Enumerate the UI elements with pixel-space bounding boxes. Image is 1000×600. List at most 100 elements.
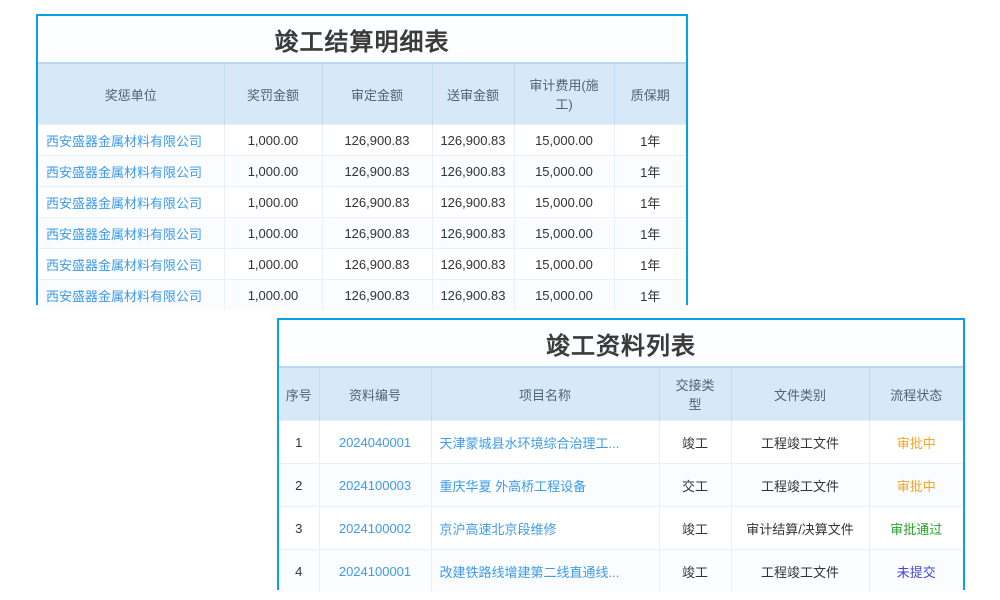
column-header: 审定金额 [322,64,432,125]
approved-amount: 126,900.83 [322,125,432,156]
submitted-amount: 126,900.83 [432,156,514,187]
reward-unit-link[interactable]: 西安盛器金属材料有限公司 [38,156,224,187]
documents-header-row: 序号 资料编号 项目名称 交接类型 文件类别 流程状态 [279,368,963,421]
audit-fee-amount: 15,000.00 [514,187,614,218]
column-header: 审计费用(施工) [514,64,614,125]
completion-documents-table-panel: 竣工资料列表 序号 资料编号 项目名称 交接类型 文件类别 流程状态 1202404000… [277,318,965,590]
column-header: 送审金额 [432,64,514,125]
documents-table: 序号 资料编号 项目名称 交接类型 文件类别 流程状态 12024040001天津蒙城县水… [279,368,963,592]
column-header-label: 流程状态 [890,388,942,403]
file-category: 工程竣工文件 [731,464,869,507]
penalty-amount: 1,000.00 [224,125,322,156]
table-row: 西安盛器金属材料有限公司1,000.00126,900.83126,900.83… [38,187,686,218]
project-name-link[interactable]: 京沪高速北京段维修 [431,507,659,550]
table-row: 西安盛器金属材料有限公司1,000.00126,900.83126,900.83… [38,125,686,156]
approved-amount: 126,900.83 [322,187,432,218]
audit-fee-amount: 15,000.00 [514,280,614,311]
settlement-table: 奖惩单位 奖罚金额 审定金额 送审金额 审计费用(施工) 质保期 西安盛器金属材料有限公司… [38,64,686,310]
column-header-label: 奖罚金额 [247,88,299,103]
column-header-label: 资料编号 [349,388,401,403]
handover-type: 交工 [659,464,731,507]
column-header-label: 质保期 [631,88,670,103]
column-header: 交接类型 [659,368,731,421]
column-header-label: 文件类别 [774,388,826,403]
workflow-status-text: 审批通过 [869,507,963,550]
column-header: 奖惩单位 [38,64,224,125]
table-row: 32024100002京沪高速北京段维修竣工审计结算/决算文件审批通过 [279,507,963,550]
row-index: 3 [279,507,319,550]
submitted-amount: 126,900.83 [432,125,514,156]
table-row: 22024100003重庆华夏 外高桥工程设备交工工程竣工文件审批中 [279,464,963,507]
workflow-status-text: 未提交 [869,550,963,593]
warranty-period: 1年 [614,156,686,187]
table-row: 西安盛器金属材料有限公司1,000.00126,900.83126,900.83… [38,156,686,187]
column-header: 资料编号 [319,368,431,421]
reward-unit-link[interactable]: 西安盛器金属材料有限公司 [38,125,224,156]
column-header-label: 项目名称 [519,388,571,403]
warranty-period: 1年 [614,187,686,218]
approved-amount: 126,900.83 [322,218,432,249]
audit-fee-amount: 15,000.00 [514,156,614,187]
file-category: 工程竣工文件 [731,421,869,464]
warranty-period: 1年 [614,249,686,280]
column-header: 流程状态 [869,368,963,421]
row-index: 1 [279,421,319,464]
documents-table-title: 竣工资料列表 [279,320,963,368]
column-header-label: 送审金额 [447,88,499,103]
handover-type: 竣工 [659,550,731,593]
column-header: 文件类别 [731,368,869,421]
settlement-table-title: 竣工结算明细表 [38,16,686,64]
project-name-link[interactable]: 天津蒙城县水环境综合治理工... [431,421,659,464]
approved-amount: 126,900.83 [322,249,432,280]
penalty-amount: 1,000.00 [224,218,322,249]
project-name-link[interactable]: 改建铁路线增建第二线直通线... [431,550,659,593]
approved-amount: 126,900.83 [322,280,432,311]
row-index: 4 [279,550,319,593]
audit-fee-amount: 15,000.00 [514,249,614,280]
handover-type: 竣工 [659,421,731,464]
column-header: 质保期 [614,64,686,125]
reward-unit-link[interactable]: 西安盛器金属材料有限公司 [38,218,224,249]
penalty-amount: 1,000.00 [224,187,322,218]
column-header: 项目名称 [431,368,659,421]
workflow-status-text: 审批中 [869,464,963,507]
table-row: 西安盛器金属材料有限公司1,000.00126,900.83126,900.83… [38,280,686,311]
document-number-link[interactable]: 2024040001 [319,421,431,464]
column-header-label: 序号 [286,388,312,403]
submitted-amount: 126,900.83 [432,280,514,311]
workflow-status-text: 审批中 [869,421,963,464]
settlement-detail-table-panel: 竣工结算明细表 奖惩单位 奖罚金额 审定金额 送审金额 审计费用(施工) 质保期 西安盛器… [36,14,688,305]
submitted-amount: 126,900.83 [432,187,514,218]
column-header-label: 审定金额 [351,88,403,103]
reward-unit-link[interactable]: 西安盛器金属材料有限公司 [38,187,224,218]
table-row: 西安盛器金属材料有限公司1,000.00126,900.83126,900.83… [38,249,686,280]
warranty-period: 1年 [614,218,686,249]
row-index: 2 [279,464,319,507]
table-row: 西安盛器金属材料有限公司1,000.00126,900.83126,900.83… [38,218,686,249]
document-number-link[interactable]: 2024100001 [319,550,431,593]
table-row: 42024100001改建铁路线增建第二线直通线...竣工工程竣工文件未提交 [279,550,963,593]
table-row: 12024040001天津蒙城县水环境综合治理工...竣工工程竣工文件审批中 [279,421,963,464]
document-number-link[interactable]: 2024100002 [319,507,431,550]
file-category: 工程竣工文件 [731,550,869,593]
project-name-link[interactable]: 重庆华夏 外高桥工程设备 [431,464,659,507]
submitted-amount: 126,900.83 [432,218,514,249]
column-header-label: 审计费用(施工) [527,75,601,113]
submitted-amount: 126,900.83 [432,249,514,280]
reward-unit-link[interactable]: 西安盛器金属材料有限公司 [38,249,224,280]
column-header: 序号 [279,368,319,421]
reward-unit-link[interactable]: 西安盛器金属材料有限公司 [38,280,224,311]
warranty-period: 1年 [614,125,686,156]
settlement-header-row: 奖惩单位 奖罚金额 审定金额 送审金额 审计费用(施工) 质保期 [38,64,686,125]
audit-fee-amount: 15,000.00 [514,125,614,156]
penalty-amount: 1,000.00 [224,280,322,311]
column-header: 奖罚金额 [224,64,322,125]
penalty-amount: 1,000.00 [224,249,322,280]
column-header-label: 交接类型 [673,375,717,413]
audit-fee-amount: 15,000.00 [514,218,614,249]
approved-amount: 126,900.83 [322,156,432,187]
handover-type: 竣工 [659,507,731,550]
warranty-period: 1年 [614,280,686,311]
document-number-link[interactable]: 2024100003 [319,464,431,507]
column-header-label: 奖惩单位 [105,88,157,103]
